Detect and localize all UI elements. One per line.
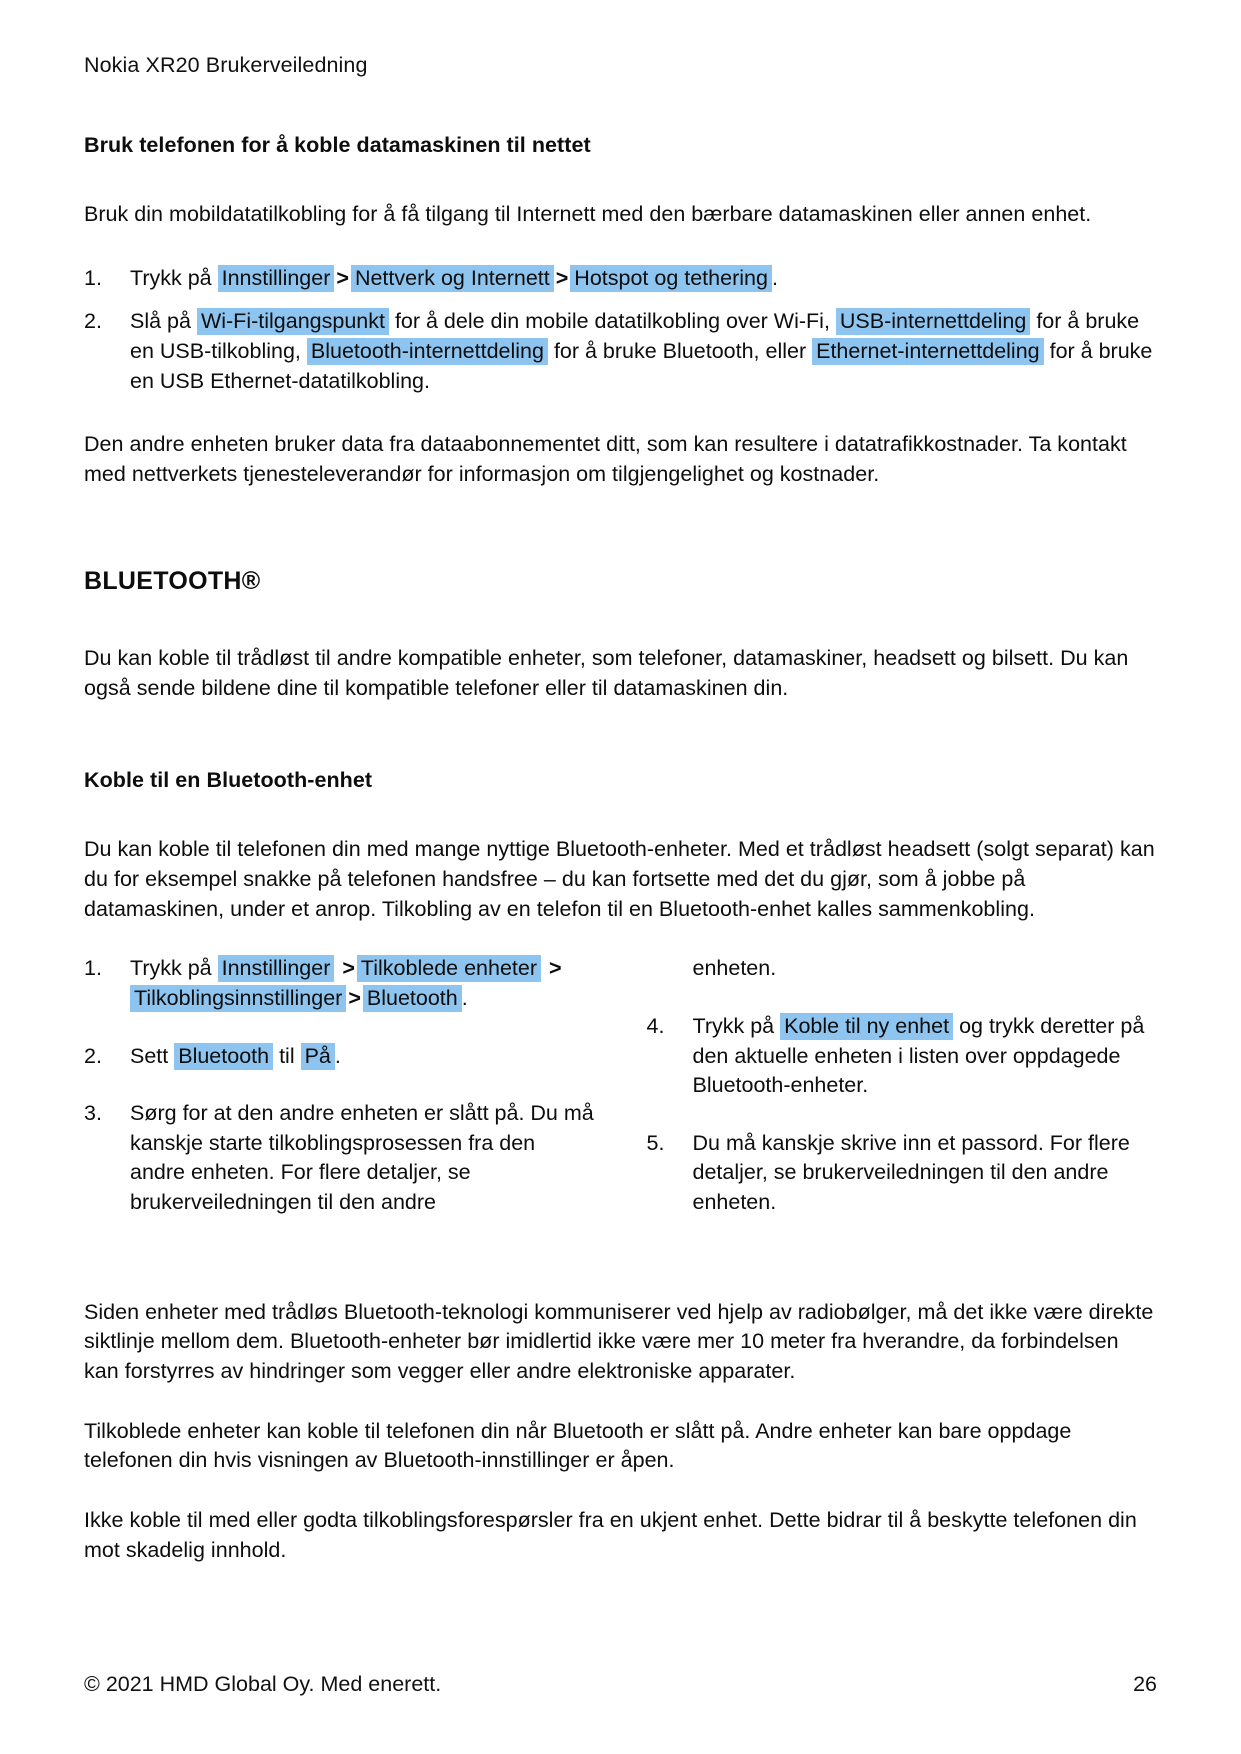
ui-wifi-tilgangspunkt[interactable]: Wi-Fi-tilgangspunkt: [196, 308, 389, 336]
bluetooth-note-visibility: Tilkoblede enheter kan koble til telefon…: [84, 1418, 1072, 1473]
list-marker: 2.: [84, 309, 102, 334]
list-item: 4. Trykk på Koble til ny enhet og trykk d…: [647, 1012, 1158, 1101]
ui-path-nettverk-og-internett[interactable]: Nettverk og Internett: [350, 264, 554, 292]
path-separator: >: [348, 985, 361, 1010]
step-lead: Trykk på: [692, 1013, 775, 1038]
bluetooth-heading: BLUETOOTH®: [84, 567, 261, 596]
ui-bluetooth-internettdeling[interactable]: Bluetooth-internettdeling: [306, 337, 548, 365]
step-continuation: enheten.: [692, 956, 777, 981]
step-lead: Trykk på: [130, 956, 212, 981]
list-marker: 1.: [84, 265, 102, 290]
list-marker: 2.: [84, 1043, 102, 1068]
footer-page-number: 26: [1133, 1672, 1157, 1696]
pairing-steps-right-column: enheten. 4. Trykk på Koble til ny enhet o…: [621, 954, 1158, 1246]
pair-device-heading: Koble til en Bluetooth-enhet: [84, 768, 373, 793]
step-text: Du må kanskje skrive inn et passord. For…: [692, 1130, 1130, 1215]
ui-value-pa[interactable]: På: [300, 1042, 335, 1070]
path-separator: >: [555, 265, 569, 290]
footer-copyright: © 2021 HMD Global Oy. Med enerett.: [84, 1672, 442, 1696]
list-marker: 4.: [646, 1013, 665, 1038]
pairing-steps-columns: 1. Trykk på Innstillinger > Tilkoblede enh…: [84, 954, 1157, 1246]
list-marker: 3.: [84, 1101, 102, 1126]
running-head: Nokia XR20 Brukerveiledning: [84, 53, 368, 77]
list-item: 2. Slå på Wi-Fi-tilgangspunkt for å dele …: [84, 307, 1157, 396]
ui-path-tilkoblingsinnstillinger[interactable]: Tilkoblingsinnstillinger: [130, 984, 347, 1012]
tethering-intro: Bruk din mobildatatilkobling for å få ti…: [84, 201, 1092, 226]
ui-toggle-bluetooth[interactable]: Bluetooth: [174, 1042, 274, 1070]
path-separator: >: [336, 265, 349, 290]
list-item: 1. Trykk på Innstillinger > Tilkoblede enh…: [84, 954, 595, 1013]
pair-device-intro: Du kan koble til telefonen din med mange…: [84, 837, 1155, 921]
ui-usb-internettdeling[interactable]: USB-internettdeling: [835, 308, 1031, 336]
pairing-steps-left: 1. Trykk på Innstillinger > Tilkoblede enh…: [84, 954, 595, 1218]
step-text: for å bruke Bluetooth, eller: [553, 338, 807, 363]
ui-path-hotspot-og-tethering[interactable]: Hotspot og tethering: [570, 264, 772, 292]
ui-path-tilkoblede-enheter[interactable]: Tilkoblede enheter: [356, 955, 542, 983]
page-content: Nokia XR20 Brukerveiledning Bruk telefon…: [84, 52, 1157, 1565]
path-separator: >: [342, 956, 355, 981]
ui-path-innstillinger[interactable]: Innstillinger: [217, 955, 335, 983]
bluetooth-note-range: Siden enheter med trådløs Bluetooth-tekn…: [84, 1299, 1154, 1384]
step-tail: .: [461, 985, 468, 1010]
pairing-steps-left-column: 1. Trykk på Innstillinger > Tilkoblede enh…: [84, 954, 621, 1246]
step-lead: Sett: [130, 1043, 169, 1068]
tethering-steps: 1. Trykk på Innstillinger > Nettverk og Int…: [84, 264, 1157, 397]
step-text: til: [279, 1043, 295, 1068]
step-tail: .: [334, 1043, 341, 1068]
path-separator: >: [549, 956, 562, 981]
step-lead: Slå på: [130, 309, 191, 334]
list-item: 3. Sørg for at den andre enheten er slått…: [84, 1099, 595, 1218]
list-marker: 5.: [646, 1130, 665, 1155]
tethering-heading: Bruk telefonen for å koble datamaskinen …: [84, 132, 591, 157]
ui-ethernet-internettdeling[interactable]: Ethernet-internettdeling: [812, 337, 1044, 365]
list-item: 2. Sett Bluetooth til På.: [84, 1042, 595, 1072]
bluetooth-note-security: Ikke koble til med eller godta tilkoblin…: [84, 1508, 1137, 1562]
step-text: Sørg for at den andre enheten er slått p…: [130, 1101, 594, 1215]
list-item: 5. Du må kanskje skrive inn et passord. F…: [647, 1129, 1158, 1218]
list-marker: 1.: [84, 956, 102, 981]
page-footer: © 2021 HMD Global Oy. Med enerett. 26: [84, 1671, 1157, 1699]
bluetooth-intro: Du kan koble til trådløst til andre komp…: [84, 645, 1129, 700]
list-item: 1. Trykk på Innstillinger > Nettverk og Int…: [84, 264, 1157, 294]
ui-koble-til-ny-enhet[interactable]: Koble til ny enhet: [780, 1012, 954, 1040]
step-text: for å dele din mobile datatilkobling ove…: [394, 309, 830, 334]
step-tail: .: [771, 265, 778, 290]
document-page: Nokia XR20 Brukerveiledning Bruk telefon…: [0, 0, 1241, 1754]
step-lead: Trykk på: [130, 265, 212, 290]
tethering-outro: Den andre enheten bruker data fra dataab…: [84, 432, 1127, 486]
pairing-steps-right: 4. Trykk på Koble til ny enhet og trykk d…: [647, 1012, 1158, 1218]
ui-path-innstillinger[interactable]: Innstillinger: [217, 264, 335, 292]
ui-path-bluetooth[interactable]: Bluetooth: [362, 984, 462, 1012]
